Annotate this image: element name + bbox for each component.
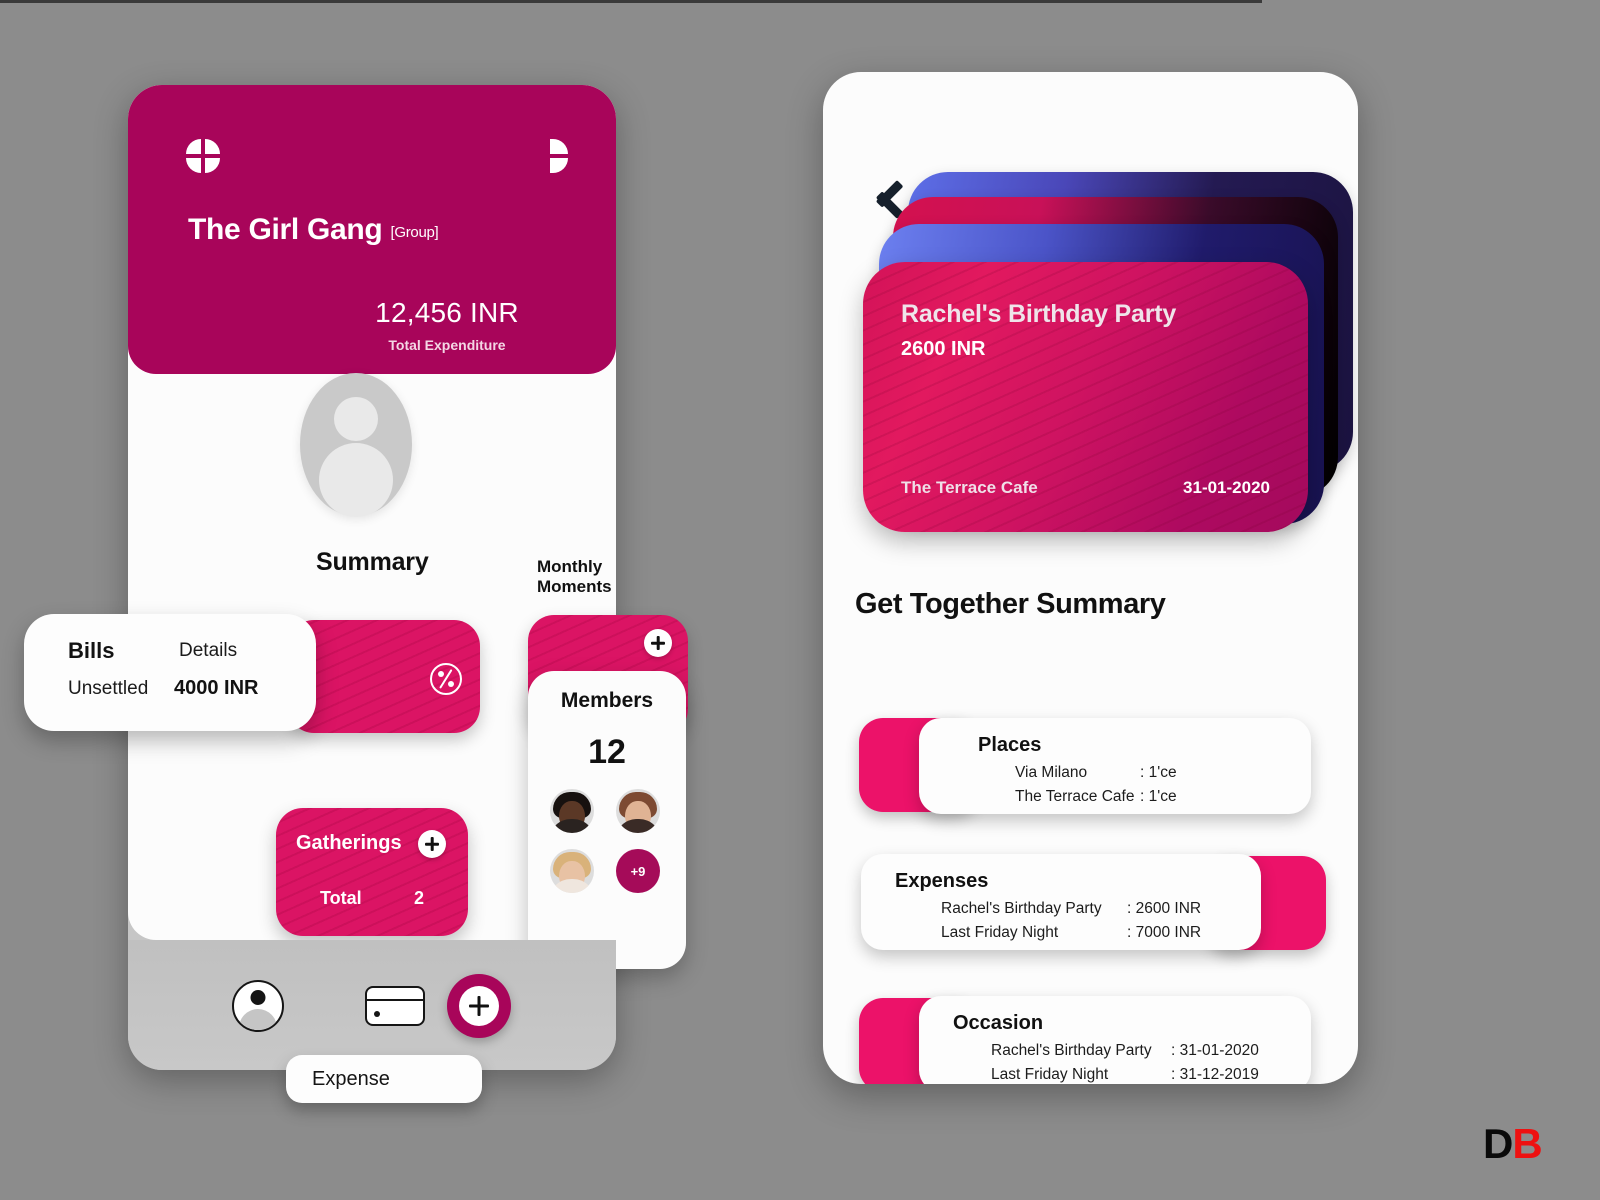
bills-details-link[interactable]: Details <box>179 640 237 662</box>
group-tag: [Group] <box>390 224 439 241</box>
member-avatar-2[interactable] <box>616 789 660 833</box>
expenses-heading: Expenses <box>895 870 989 892</box>
occasion-row-1-value: : 31-01-2020 <box>1171 1042 1259 1059</box>
places-heading: Places <box>978 734 1042 756</box>
gatherings-total-value: 2 <box>414 888 425 908</box>
expenses-row-2: Last Friday Night : 7000 INR <box>941 924 1201 942</box>
places-row-2: The Terrace Cafe : 1'ce <box>1015 788 1177 806</box>
gatherings-total-label: Total <box>320 888 362 908</box>
members-count: 12 <box>588 733 626 771</box>
bills-amount: 4000 INR <box>174 677 259 699</box>
get-together-summary-title: Get Together Summary <box>855 588 1166 620</box>
occasion-row-1: Rachel's Birthday Party : 31-01-2020 <box>991 1042 1259 1060</box>
gatherings-card[interactable]: Gatherings Total 2 <box>276 808 468 936</box>
gathering-place: The Terrace Cafe <box>901 478 1038 497</box>
gathering-amount: 2600 INR <box>901 338 986 360</box>
members-card[interactable]: Members 12 +9 <box>528 671 686 969</box>
occasion-row-1-key: Rachel's Birthday Party <box>991 1042 1152 1059</box>
add-member-plus-icon[interactable] <box>644 629 672 657</box>
summary-block-expenses[interactable]: Expenses Rachel's Birthday Party : 2600 I… <box>823 848 1358 958</box>
bills-status-label: Unsettled <box>68 678 149 699</box>
profile-icon[interactable] <box>232 980 284 1032</box>
grid-circle-icon[interactable] <box>186 139 220 173</box>
expense-tooltip[interactable]: Expense <box>286 1055 482 1103</box>
expenses-row-1-value: : 2600 INR <box>1127 900 1202 917</box>
total-expenditure-amount: 12,456 INR <box>375 297 519 328</box>
expenses-row-2-value: : 7000 INR <box>1127 924 1202 941</box>
card-icon[interactable] <box>365 986 425 1026</box>
gathering-date: 31-01-2020 <box>1183 478 1270 497</box>
bills-accent-card[interactable] <box>288 620 480 733</box>
watermark-d: D <box>1483 1120 1513 1167</box>
group-avatar[interactable] <box>300 373 412 517</box>
half-circle-icon[interactable] <box>550 139 568 173</box>
places-row-2-value: : 1'ce <box>1140 788 1177 805</box>
top-edge-line <box>0 0 1262 3</box>
gathering-title: Rachel's Birthday Party <box>901 300 1177 328</box>
section-title-summary: Summary <box>316 548 429 576</box>
gatherings-title: Gatherings <box>296 832 402 854</box>
places-row-1-key: Via Milano <box>1015 764 1088 781</box>
gathering-front-card[interactable]: Rachel's Birthday Party 2600 INR The Ter… <box>863 262 1308 532</box>
member-avatar-3[interactable] <box>550 849 594 893</box>
bottom-navbar <box>128 940 616 1070</box>
summary-block-places[interactable]: Places Via Milano : 1'ce The Terrace Cafe… <box>823 712 1358 822</box>
occasion-row-2-value: : 31-12-2019 <box>1171 1066 1259 1083</box>
bills-card[interactable]: Bills Details Unsettled 4000 INR <box>24 614 316 731</box>
designer-watermark: DB <box>1483 1120 1543 1168</box>
percent-icon <box>430 663 462 695</box>
occasion-row-2: Last Friday Night : 31-12-2019 <box>991 1066 1259 1084</box>
occasion-heading: Occasion <box>953 1012 1044 1034</box>
places-row-1-value: : 1'ce <box>1140 764 1177 781</box>
add-expense-button[interactable] <box>447 974 511 1038</box>
total-expenditure-label: Total Expenditure <box>388 337 506 353</box>
member-overflow-badge[interactable]: +9 <box>616 849 660 893</box>
group-name: The Girl Gang <box>188 213 383 246</box>
occasion-row-2-key: Last Friday Night <box>991 1066 1109 1083</box>
phone-left-group-dashboard: The Girl Gang [Group] 12,456 INR Total Ex… <box>24 85 688 1070</box>
places-row-2-key: The Terrace Cafe <box>1015 788 1135 805</box>
page-title: The Girl Gang [Group] <box>188 213 439 247</box>
expense-tooltip-label: Expense <box>312 1067 390 1090</box>
member-avatar-1[interactable] <box>550 789 594 833</box>
phone-right-gathering-detail: Rachel's Birthday Party 2600 INR The Ter… <box>823 72 1358 1084</box>
left-screen: The Girl Gang [Group] 12,456 INR Total Ex… <box>24 85 688 969</box>
expenses-row-2-key: Last Friday Night <box>941 924 1059 941</box>
group-header: The Girl Gang [Group] 12,456 INR Total Ex… <box>128 85 616 374</box>
gathering-card-stack[interactable]: Rachel's Birthday Party 2600 INR The Ter… <box>863 172 1353 572</box>
add-gathering-plus-icon[interactable] <box>418 830 446 858</box>
header-icon-row <box>128 85 616 175</box>
expenses-row-1: Rachel's Birthday Party : 2600 INR <box>941 900 1201 918</box>
places-row-1: Via Milano : 1'ce <box>1015 764 1177 782</box>
watermark-b: B <box>1512 1120 1542 1167</box>
bills-title: Bills <box>68 638 115 663</box>
summary-block-occasion[interactable]: Occasion Rachel's Birthday Party : 31-01-… <box>823 990 1358 1084</box>
members-title: Members <box>560 689 654 712</box>
section-title-monthly-moments[interactable]: Monthly Moments <box>537 557 616 597</box>
expenses-row-1-key: Rachel's Birthday Party <box>941 900 1102 917</box>
